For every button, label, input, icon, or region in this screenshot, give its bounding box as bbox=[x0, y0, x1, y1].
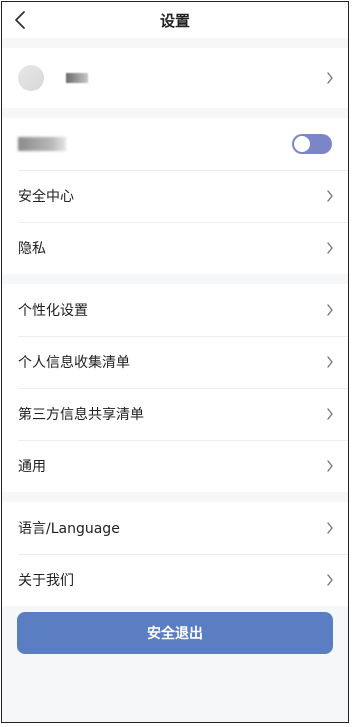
profile-row[interactable] bbox=[2, 48, 348, 108]
menu-item-third-party-sharing[interactable]: 第三方信息共享清单 bbox=[2, 388, 348, 440]
info-group: 个性化设置 个人信息收集清单 第三方信息共享清单 通用 bbox=[2, 284, 348, 492]
top-bar: 设置 bbox=[2, 2, 348, 38]
menu-item-language[interactable]: 语言/Language bbox=[2, 502, 348, 554]
menu-item-personalization[interactable]: 个性化设置 bbox=[2, 284, 348, 336]
chevron-right-icon bbox=[327, 408, 333, 420]
toggle-switch[interactable] bbox=[292, 134, 332, 154]
chevron-right-icon bbox=[327, 574, 333, 586]
menu-item-personal-info-list[interactable]: 个人信息收集清单 bbox=[2, 336, 348, 388]
menu-item-label: 第三方信息共享清单 bbox=[18, 407, 144, 423]
menu-item-label: 通用 bbox=[18, 459, 46, 475]
security-group: 安全中心 隐私 bbox=[2, 118, 348, 274]
chevron-right-icon bbox=[327, 460, 333, 472]
blurred-label bbox=[18, 137, 66, 151]
chevron-right-icon bbox=[327, 72, 333, 84]
menu-item-privacy[interactable]: 隐私 bbox=[2, 222, 348, 274]
menu-item-label: 安全中心 bbox=[18, 189, 74, 205]
chevron-right-icon bbox=[327, 522, 333, 534]
toggle-row[interactable] bbox=[2, 118, 348, 170]
chevron-right-icon bbox=[327, 242, 333, 254]
menu-item-label: 个人信息收集清单 bbox=[18, 355, 130, 371]
about-group: 语言/Language 关于我们 bbox=[2, 502, 348, 606]
chevron-right-icon bbox=[327, 190, 333, 202]
profile-group bbox=[2, 48, 348, 108]
menu-item-label: 语言/Language bbox=[18, 521, 120, 537]
chevron-left-icon[interactable] bbox=[14, 10, 26, 30]
menu-item-label: 隐私 bbox=[18, 241, 46, 257]
menu-item-about-us[interactable]: 关于我们 bbox=[2, 554, 348, 606]
menu-item-label: 个性化设置 bbox=[18, 303, 88, 319]
toggle-knob bbox=[294, 136, 310, 152]
settings-screen: 设置 安全中心 隐私 个性化设置 个人信息收集清单 第三方信息共享清单 通用 语… bbox=[1, 1, 349, 723]
blurred-username bbox=[66, 73, 88, 83]
page-title: 设置 bbox=[159, 11, 190, 30]
avatar bbox=[18, 65, 44, 91]
chevron-right-icon bbox=[327, 304, 333, 316]
menu-item-security-center[interactable]: 安全中心 bbox=[2, 170, 348, 222]
chevron-right-icon bbox=[327, 356, 333, 368]
menu-item-general[interactable]: 通用 bbox=[2, 440, 348, 492]
logout-button[interactable]: 安全退出 bbox=[17, 612, 333, 654]
menu-item-label: 关于我们 bbox=[18, 573, 74, 589]
